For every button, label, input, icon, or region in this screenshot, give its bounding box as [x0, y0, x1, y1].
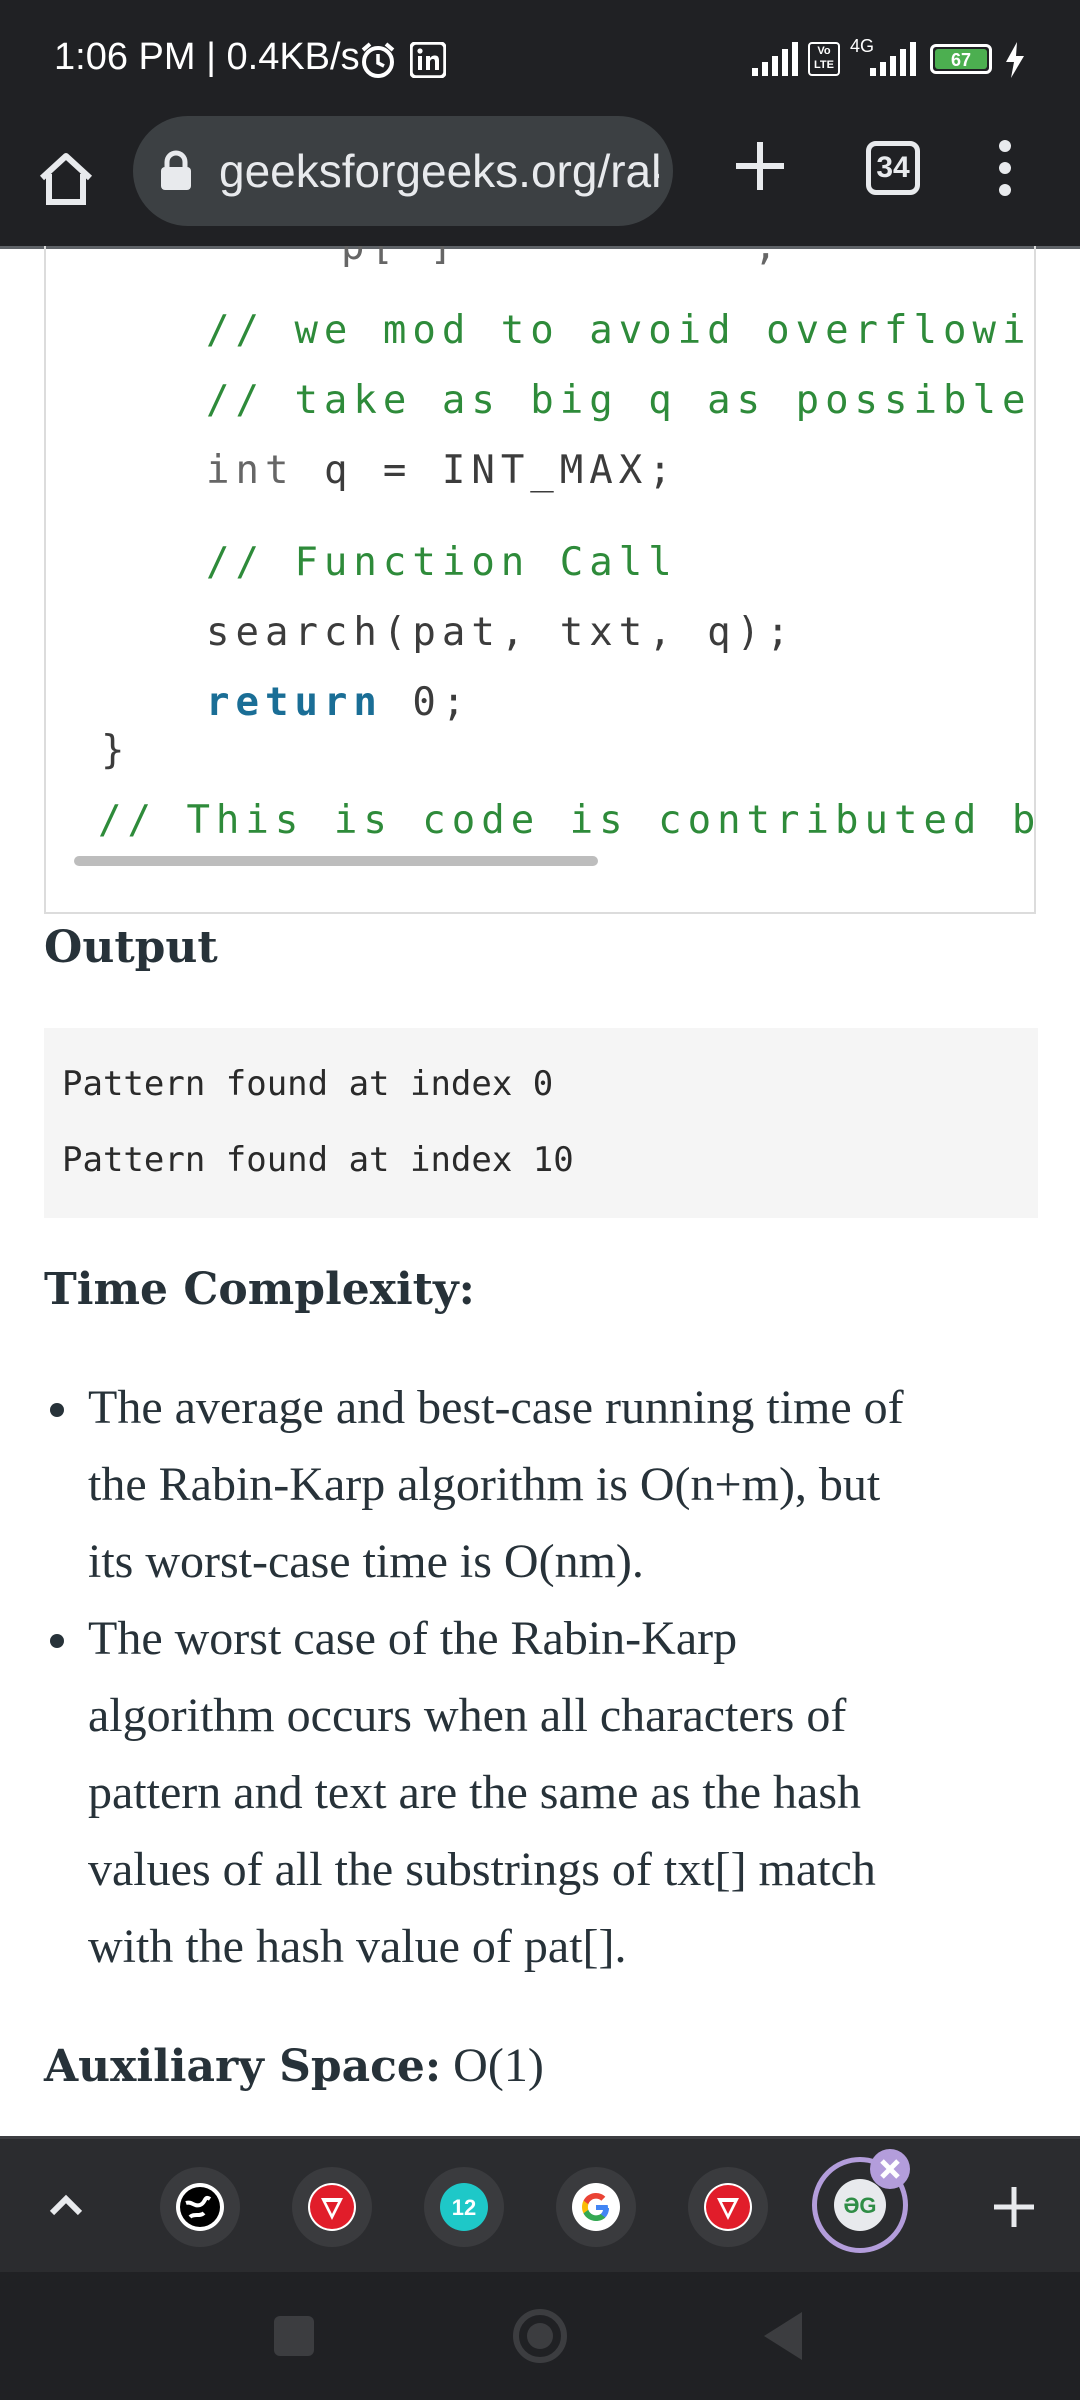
code-line: search(pat, txt, q); — [206, 610, 796, 655]
svg-text:ƏG: ƏG — [843, 2193, 876, 2218]
back-nav-button[interactable] — [760, 2310, 806, 2362]
new-tab-icon[interactable] — [730, 136, 790, 196]
tab-thumbnail[interactable]: 12 — [424, 2167, 504, 2247]
code-line: // take as big q as possible t — [206, 378, 1036, 423]
charging-icon — [1006, 42, 1024, 78]
code-block[interactable]: p[ ] ; // we mod to avoid overflowing //… — [44, 246, 1036, 914]
12-favicon-icon: 12 — [440, 2183, 488, 2231]
code-line: return 0; — [206, 680, 472, 725]
globe-favicon-icon — [176, 2183, 224, 2231]
signal-icon — [752, 42, 798, 76]
close-icon — [880, 2159, 900, 2179]
tab-thumbnail[interactable] — [556, 2167, 636, 2247]
bullet-text-line: The worst case of the Rabin-Karp — [88, 1612, 738, 1665]
signal-icon-2 — [870, 42, 916, 76]
svg-text:12: 12 — [452, 2195, 476, 2220]
volte-badge: Vo LTE — [808, 42, 840, 76]
bullet-dot — [50, 1634, 64, 1648]
bullet-dot — [50, 1403, 64, 1417]
code-keyword-return: return — [206, 680, 383, 725]
google-favicon-icon — [572, 2183, 620, 2231]
status-bar: 1:06 PM | 0.4KB/s Vo LTE 4G 67 — [0, 0, 1080, 116]
aux-space-label: Auxiliary Space: — [44, 2041, 442, 2092]
bullet-text-line: its worst-case time is O(nm). — [88, 1535, 644, 1588]
close-tab-button[interactable] — [870, 2149, 910, 2189]
recents-button[interactable] — [274, 2316, 314, 2356]
output-box: Pattern found at index 0 Pattern found a… — [44, 1028, 1038, 1218]
url-text: geeksforgeeks.org/rak — [219, 145, 659, 197]
home-icon[interactable] — [34, 146, 98, 210]
tab-thumbnail[interactable] — [688, 2167, 768, 2247]
bullet-text-line: with the hash value of pat[]. — [88, 1920, 627, 1973]
output-line: Pattern found at index 0 — [62, 1064, 554, 1104]
lock-icon — [161, 150, 191, 190]
add-tab-icon[interactable] — [992, 2185, 1036, 2229]
battery-level: 67 — [935, 49, 987, 70]
alarm-icon — [361, 42, 395, 78]
url-bar[interactable]: geeksforgeeks.org/rak — [133, 116, 673, 226]
bullet-text-line: algorithm occurs when all characters of — [88, 1689, 847, 1742]
status-time: 1:06 PM | 0.4KB/s — [54, 36, 360, 78]
linkedin-icon — [410, 42, 446, 78]
tab-thumbnail[interactable] — [160, 2167, 240, 2247]
output-heading: Output — [44, 922, 218, 973]
tab-thumbnail[interactable] — [292, 2167, 372, 2247]
code-keyword-int: int — [206, 448, 295, 493]
output-line: Pattern found at index 10 — [62, 1140, 574, 1180]
auxiliary-space-line: Auxiliary Space: O(1) — [44, 2038, 544, 2093]
code-line: // This is code is contributed by — [98, 798, 1036, 843]
code-line: // we mod to avoid overflowing — [206, 308, 1036, 353]
aux-space-value: O(1) — [441, 2039, 544, 2092]
collapse-chevron-up-icon[interactable] — [44, 2183, 88, 2227]
bullet-text-line: values of all the substrings of txt[] ma… — [88, 1843, 876, 1896]
browser-toolbar: geeksforgeeks.org/rak 34 — [0, 116, 1080, 249]
code-horizontal-scrollbar[interactable] — [74, 856, 598, 866]
tab-strip: 12 ƏG — [0, 2136, 1080, 2275]
system-nav-bar — [0, 2272, 1080, 2400]
bullet-text-line: pattern and text are the same as the has… — [88, 1766, 862, 1819]
code-line: int q = INT_MAX; — [206, 448, 678, 493]
code-cutoff-line: p[ ] ; — [341, 246, 784, 269]
tab-switcher-button[interactable]: 34 — [866, 141, 920, 195]
code-line: } — [101, 728, 131, 773]
tv-favicon-icon — [308, 2183, 356, 2231]
code-line: // Function Call — [206, 540, 678, 585]
bullet-text-line: The average and best-case running time o… — [88, 1381, 904, 1434]
tv-favicon-icon — [704, 2183, 752, 2231]
time-complexity-heading: Time Complexity: — [44, 1264, 475, 1315]
bullet-text-line: the Rabin-Karp algorithm is O(n+m), but — [88, 1458, 881, 1511]
overflow-menu-icon[interactable] — [990, 138, 1020, 198]
home-nav-button[interactable] — [512, 2308, 568, 2364]
battery-icon: 67 — [930, 44, 992, 74]
